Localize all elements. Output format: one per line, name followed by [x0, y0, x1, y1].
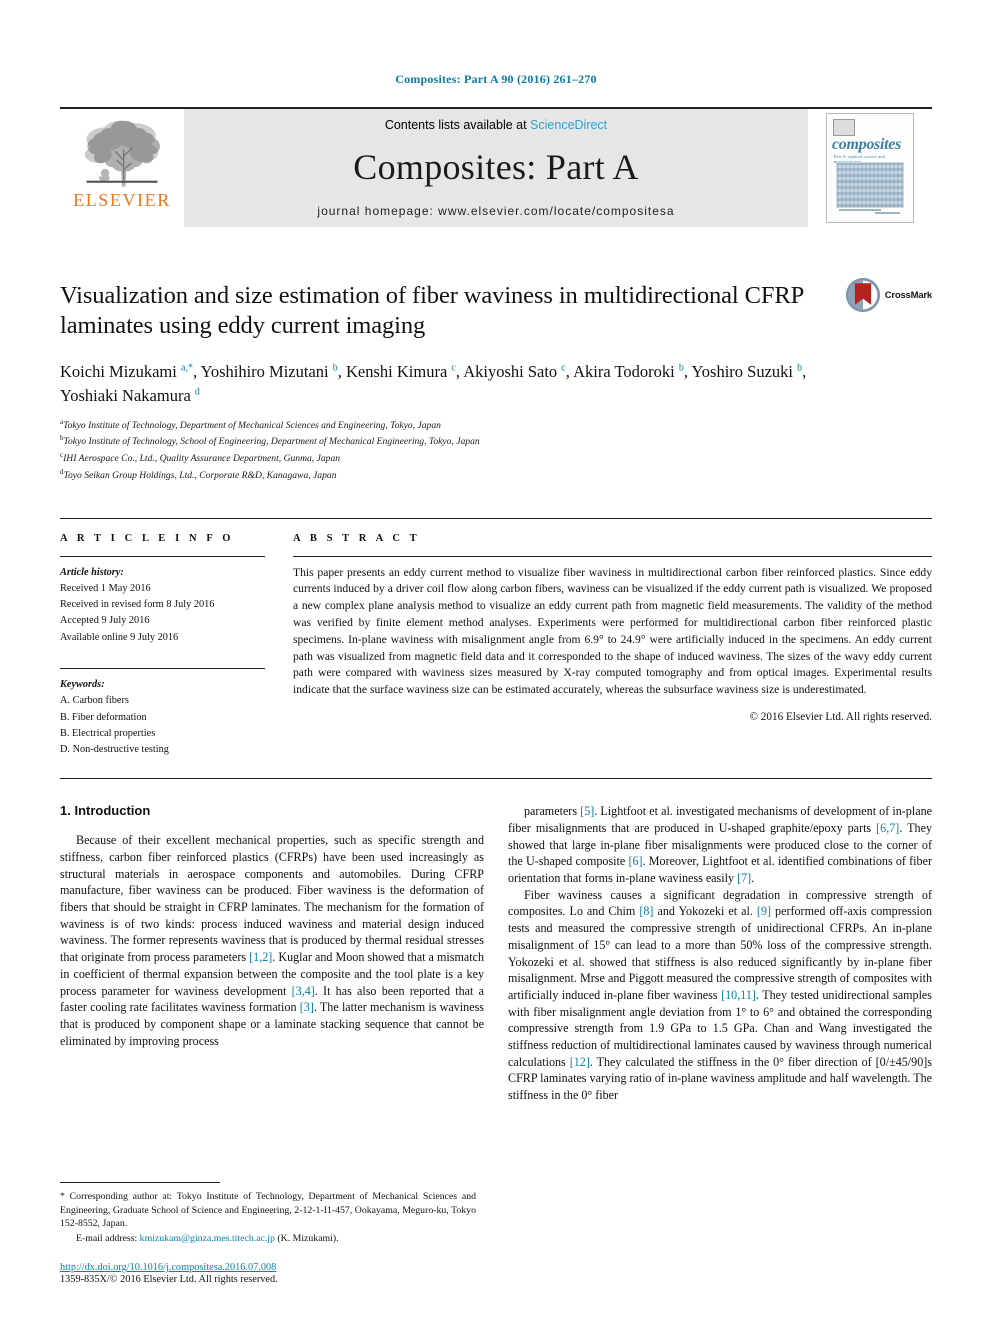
keyword-item: D. Non-destructive testing	[60, 744, 169, 756]
citation-link[interactable]: [3,4]	[292, 984, 315, 998]
crossmark-icon	[845, 277, 880, 313]
issn-copyright-line: 1359-835X/© 2016 Elsevier Ltd. All right…	[60, 1274, 278, 1285]
info-abstract-section: A R T I C L E I N F O Article history: R…	[60, 517, 932, 759]
elsevier-tree-icon	[84, 120, 160, 187]
affiliation-item: dToyo Seikan Group Holdings, Ltd., Corpo…	[60, 467, 822, 484]
cover-image: composites Part A: applied science and m…	[826, 113, 914, 223]
elsevier-logo: ELSEVIER	[60, 109, 184, 227]
journal-cover-thumbnail: composites Part A: applied science and m…	[808, 109, 932, 227]
sciencedirect-link[interactable]: ScienceDirect	[530, 118, 607, 132]
citation-link[interactable]: [3]	[300, 1000, 314, 1014]
keyword-item: A. Carbon fibers	[60, 695, 129, 707]
footnote-area: * Corresponding author at: Tokyo Institu…	[60, 1181, 476, 1285]
article-history-label: Article history:	[60, 566, 124, 578]
body-column-right: parameters [5]. Lightfoot et al. investi…	[508, 803, 932, 1103]
citation-link[interactable]: [5]	[580, 804, 594, 818]
affiliation-list: aTokyo Institute of Technology, Departme…	[60, 417, 822, 484]
corresponding-author-note: * Corresponding author at: Tokyo Institu…	[60, 1190, 476, 1230]
email-owner: (K. Mizukami).	[277, 1233, 339, 1244]
citation-link[interactable]: [7]	[737, 871, 751, 885]
email-label: E-mail address:	[76, 1233, 138, 1244]
email-link[interactable]: kmizukam@ginza.mes.titech.ac.jp	[140, 1233, 275, 1244]
citation-link[interactable]: [9]	[757, 904, 771, 918]
article-info-column: A R T I C L E I N F O Article history: R…	[60, 533, 265, 759]
article-info-heading: A R T I C L E I N F O	[60, 532, 235, 544]
keywords-block: Keywords: A. Carbon fibers B. Fiber defo…	[60, 669, 265, 758]
history-item: Received 1 May 2016	[60, 582, 151, 594]
elsevier-wordmark: ELSEVIER	[73, 190, 171, 210]
crossmark-label: CrossMark	[884, 289, 933, 301]
affiliation-item: bTokyo Institute of Technology, School o…	[60, 433, 822, 450]
body-columns: 1. Introduction Because of their excelle…	[60, 803, 932, 1103]
keyword-item: B. Electrical properties	[60, 727, 156, 739]
cover-badge-icon	[833, 119, 855, 136]
citation-link[interactable]: [10,11]	[721, 988, 756, 1002]
journal-homepage-link[interactable]: journal homepage: www.elsevier.com/locat…	[184, 204, 808, 218]
email-line: E-mail address: kmizukam@ginza.mes.titec…	[60, 1233, 476, 1244]
citation-link[interactable]: [1,2]	[249, 950, 272, 964]
keyword-item: B. Fiber deformation	[60, 711, 147, 723]
cover-artwork	[836, 162, 904, 208]
journal-title: Composites: Part A	[353, 147, 639, 187]
citation-link[interactable]: [12]	[570, 1055, 590, 1069]
history-item: Accepted 9 July 2016	[60, 615, 150, 627]
affiliation-text: Toyo Seikan Group Holdings, Ltd., Corpor…	[63, 470, 337, 482]
abstract-heading: A B S T R A C T	[293, 532, 421, 544]
masthead-center-panel: Contents lists available at ScienceDirec…	[184, 109, 808, 227]
contents-available-line: Contents lists available at ScienceDirec…	[385, 118, 607, 132]
citation-link[interactable]: [8]	[639, 904, 653, 918]
running-head: Composites: Part A 90 (2016) 261–270	[395, 72, 597, 86]
cover-footer-lines	[835, 209, 907, 217]
section-heading-introduction: 1. Introduction	[60, 803, 151, 819]
keywords-label: Keywords:	[60, 678, 105, 690]
affiliation-text: Tokyo Institute of Technology, School of…	[63, 436, 480, 448]
abstract-column: A B S T R A C T This paper presents an e…	[293, 533, 932, 759]
article-history-block: Article history: Received 1 May 2016 Rec…	[60, 557, 265, 646]
body-paragraph: Because of their excellent mechanical pr…	[60, 833, 484, 1048]
body-paragraph: Fiber waviness causes a significant degr…	[508, 887, 932, 1102]
body-paragraph: parameters [5]. Lightfoot et al. investi…	[508, 804, 932, 886]
doi-link[interactable]: http://dx.doi.org/10.1016/j.compositesa.…	[60, 1262, 476, 1273]
contents-prefix: Contents lists available at	[384, 118, 531, 132]
author-list: Koichi Mizukami a,*, Yoshihiro Mizutani …	[60, 361, 807, 405]
paper-page: Composites: Part A 90 (2016) 261–270 ELS…	[0, 0, 992, 1323]
affiliation-text: IHI Aerospace Co., Ltd., Quality Assuran…	[63, 453, 341, 465]
abstract-text: This paper presents an eddy current meth…	[293, 565, 932, 697]
citation-link[interactable]: [6]	[628, 854, 642, 868]
page-title: Visualization and size estimation of fib…	[60, 282, 804, 340]
copyright-line: © 2016 Elsevier Ltd. All rights reserved…	[749, 711, 933, 724]
title-block: CrossMark Visualization and size estimat…	[60, 277, 932, 484]
history-item: Received in revised form 8 July 2016	[60, 599, 215, 611]
footnote-rule	[60, 1181, 220, 1183]
journal-masthead: ELSEVIER Contents lists available at Sci…	[60, 107, 932, 227]
history-item: Available online 9 July 2016	[60, 631, 179, 643]
body-column-left: 1. Introduction Because of their excelle…	[60, 803, 484, 1103]
affiliation-text: Tokyo Institute of Technology, Departmen…	[63, 419, 441, 431]
cover-title: composites	[832, 136, 901, 153]
doi-block: http://dx.doi.org/10.1016/j.compositesa.…	[60, 1262, 476, 1285]
crossmark-badge[interactable]: CrossMark	[845, 277, 932, 313]
affiliation-item: aTokyo Institute of Technology, Departme…	[60, 417, 822, 434]
citation-link[interactable]: [6,7]	[876, 821, 899, 835]
section-divider	[60, 778, 932, 780]
affiliation-item: cIHI Aerospace Co., Ltd., Quality Assura…	[60, 450, 822, 467]
